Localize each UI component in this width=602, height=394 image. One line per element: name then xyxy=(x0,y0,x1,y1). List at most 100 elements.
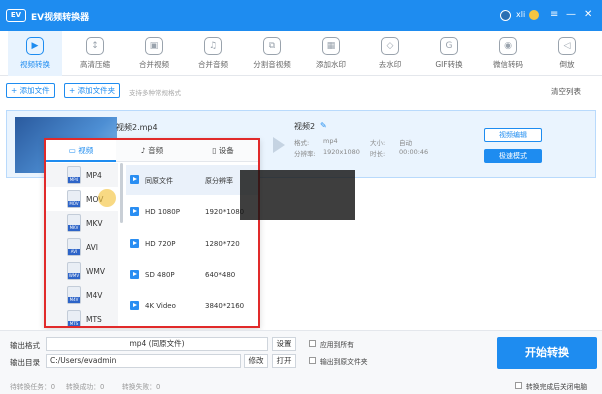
resolution-item-1080p[interactable]: HD 1080P 1920*1080 xyxy=(126,197,258,227)
tool-gif[interactable]: G GIF转换 xyxy=(422,31,476,76)
tool-wechat[interactable]: ◉ 微信转码 xyxy=(481,31,535,76)
tool-add-watermark[interactable]: ▦ 添加水印 xyxy=(304,31,358,76)
m4v-file-icon: M4V xyxy=(67,286,81,304)
username[interactable]: xli xyxy=(516,10,525,19)
avi-file-icon: AVI xyxy=(67,238,81,256)
tab-video[interactable]: ▭ 视频 xyxy=(46,140,116,162)
mp4-file-icon: MP4 xyxy=(67,166,81,184)
add-folder-button[interactable]: + 添加文件夹 xyxy=(64,83,121,98)
pencil-icon[interactable]: ✎ xyxy=(320,121,327,130)
popup-tabs: ▭ 视频 ♪ 音频 ▯ 设备 xyxy=(46,140,258,162)
output-to-source-checkbox[interactable] xyxy=(309,357,316,364)
function-toolbar: ▶ 视频转换 ↕ 高清压缩 ▣ 合并视频 ♫ 合并音频 ⧉ 分割音视频 ▦ 添加… xyxy=(0,31,602,76)
tab-device[interactable]: ▯ 设备 xyxy=(188,140,258,162)
settings-button[interactable]: 设置 xyxy=(272,337,296,351)
audio-tab-icon: ♪ xyxy=(140,146,146,155)
start-convert-button[interactable]: 开始转换 xyxy=(497,337,597,369)
tool-label: GIF转换 xyxy=(435,60,463,69)
drop-icon: ◇ xyxy=(381,37,399,55)
fast-mode-button[interactable]: 极速模式 xyxy=(484,149,542,163)
add-file-button[interactable]: + 添加文件 xyxy=(6,83,55,98)
tool-label: 添加水印 xyxy=(316,60,346,69)
minimize-button[interactable]: — xyxy=(566,9,576,20)
shutdown-checkbox[interactable] xyxy=(515,382,522,389)
tool-remove-watermark[interactable]: ◇ 去水印 xyxy=(363,31,417,76)
format-scrollbar[interactable] xyxy=(120,163,123,223)
pending-count: 待转换任务：0 xyxy=(10,383,56,391)
merge-video-icon: ▣ xyxy=(145,37,163,55)
play-icon xyxy=(130,207,139,216)
file-name: 视频2.mp4 xyxy=(116,123,158,132)
play-icon xyxy=(130,239,139,248)
format-list: MP4 MP4 MOV MOV MKV MKV AVI AVI WMV WMV … xyxy=(46,163,118,326)
tool-merge-audio[interactable]: ♫ 合并音频 xyxy=(186,31,240,76)
tab-audio[interactable]: ♪ 音频 xyxy=(117,140,187,162)
output-dir-field[interactable]: C:/Users/evadmin xyxy=(46,354,241,368)
video-edit-button[interactable]: 视频编辑 xyxy=(484,128,542,142)
resolution-item-4k[interactable]: 4K Video 3840*2160 xyxy=(126,291,258,321)
tool-merge-video[interactable]: ▣ 合并视频 xyxy=(127,31,181,76)
resolution-value: 1280*720 xyxy=(205,240,240,248)
tool-label: 合并视频 xyxy=(139,60,169,69)
tooltip-overlay xyxy=(240,170,355,220)
format-item-wmv[interactable]: WMV WMV xyxy=(46,259,118,283)
failed-count: 转换失败：0 xyxy=(122,383,161,391)
menu-icon[interactable]: ≡ xyxy=(550,9,558,20)
tool-video-convert[interactable]: ▶ 视频转换 xyxy=(8,31,62,76)
tool-label: 合并音频 xyxy=(198,60,228,69)
play-icon xyxy=(130,301,139,310)
apply-all-checkbox[interactable] xyxy=(309,340,316,347)
duration-label: 时长: xyxy=(370,150,386,158)
success-count: 转换成功：0 xyxy=(66,383,105,391)
mkv-file-icon: MKV xyxy=(67,214,81,232)
size-value: 自动 xyxy=(399,139,412,147)
format-popup: ▭ 视频 ♪ 音频 ▯ 设备 MP4 MP4 MOV MOV MKV MKV A… xyxy=(44,138,260,328)
format-item-avi[interactable]: AVI AVI xyxy=(46,235,118,259)
resolution-value: 1920*1080 xyxy=(205,208,245,216)
resolution-value: 640*480 xyxy=(205,271,236,279)
mts-file-icon: MTS xyxy=(67,310,81,326)
avatar[interactable] xyxy=(500,10,511,21)
output-format-label: 输出格式 xyxy=(10,341,40,350)
tool-label: 倒放 xyxy=(559,60,575,69)
resolution-item-original[interactable]: 同原文件 原分辨率 xyxy=(126,165,258,195)
format-item-mkv[interactable]: MKV MKV xyxy=(46,211,118,235)
format-label: 格式: xyxy=(294,139,310,147)
modify-button[interactable]: 修改 xyxy=(244,354,268,368)
format-label: MP4 xyxy=(86,171,102,180)
watermark-icon: ▦ xyxy=(322,37,340,55)
video-tab-icon: ▭ xyxy=(68,146,76,155)
resolution-item-720p[interactable]: HD 720P 1280*720 xyxy=(126,229,258,259)
close-button[interactable]: ✕ xyxy=(584,9,592,20)
tool-split[interactable]: ⧉ 分割音视频 xyxy=(245,31,299,76)
user-area[interactable]: xli ≡ — ✕ xyxy=(500,9,600,23)
vip-icon[interactable] xyxy=(529,10,539,20)
format-label: M4V xyxy=(86,291,103,300)
format-item-mov[interactable]: MOV MOV xyxy=(46,187,118,211)
format-item-mp4[interactable]: MP4 MP4 xyxy=(46,163,118,187)
output-name: 视频2 xyxy=(294,122,316,131)
clear-list-button[interactable]: 清空列表 xyxy=(551,86,581,97)
output-format-field[interactable]: mp4 (同原文件) xyxy=(46,337,268,351)
resolution-item-480p[interactable]: SD 480P 640*480 xyxy=(126,260,258,290)
wmv-file-icon: WMV xyxy=(67,262,81,280)
bottom-panel: 输出格式 mp4 (同原文件) 设置 应用到所有 输出目录 C:/Users/e… xyxy=(0,330,602,394)
split-icon: ⧉ xyxy=(263,37,281,55)
tool-hd-compress[interactable]: ↕ 高清压缩 xyxy=(68,31,122,76)
shutdown-label: 转换完成后关闭电脑 xyxy=(526,383,588,391)
merge-audio-icon: ♫ xyxy=(204,37,222,55)
open-button[interactable]: 打开 xyxy=(272,354,296,368)
output-to-source-label: 输出到原文件夹 xyxy=(320,358,368,366)
resolution-name: HD 1080P xyxy=(145,208,180,216)
cursor-highlight xyxy=(98,189,116,207)
size-label: 大小: xyxy=(370,139,386,147)
play-icon xyxy=(130,175,139,184)
tool-reverse[interactable]: ◁ 倒放 xyxy=(540,31,594,76)
tab-label: 视频 xyxy=(78,146,94,155)
format-hint: 支持多种常规格式 xyxy=(129,89,181,97)
tool-label: 微信转码 xyxy=(493,60,523,69)
format-item-mts[interactable]: MTS MTS xyxy=(46,307,118,326)
format-item-m4v[interactable]: M4V M4V xyxy=(46,283,118,307)
resolution-name: 4K Video xyxy=(145,302,176,310)
output-dir-label: 输出目录 xyxy=(10,358,40,367)
